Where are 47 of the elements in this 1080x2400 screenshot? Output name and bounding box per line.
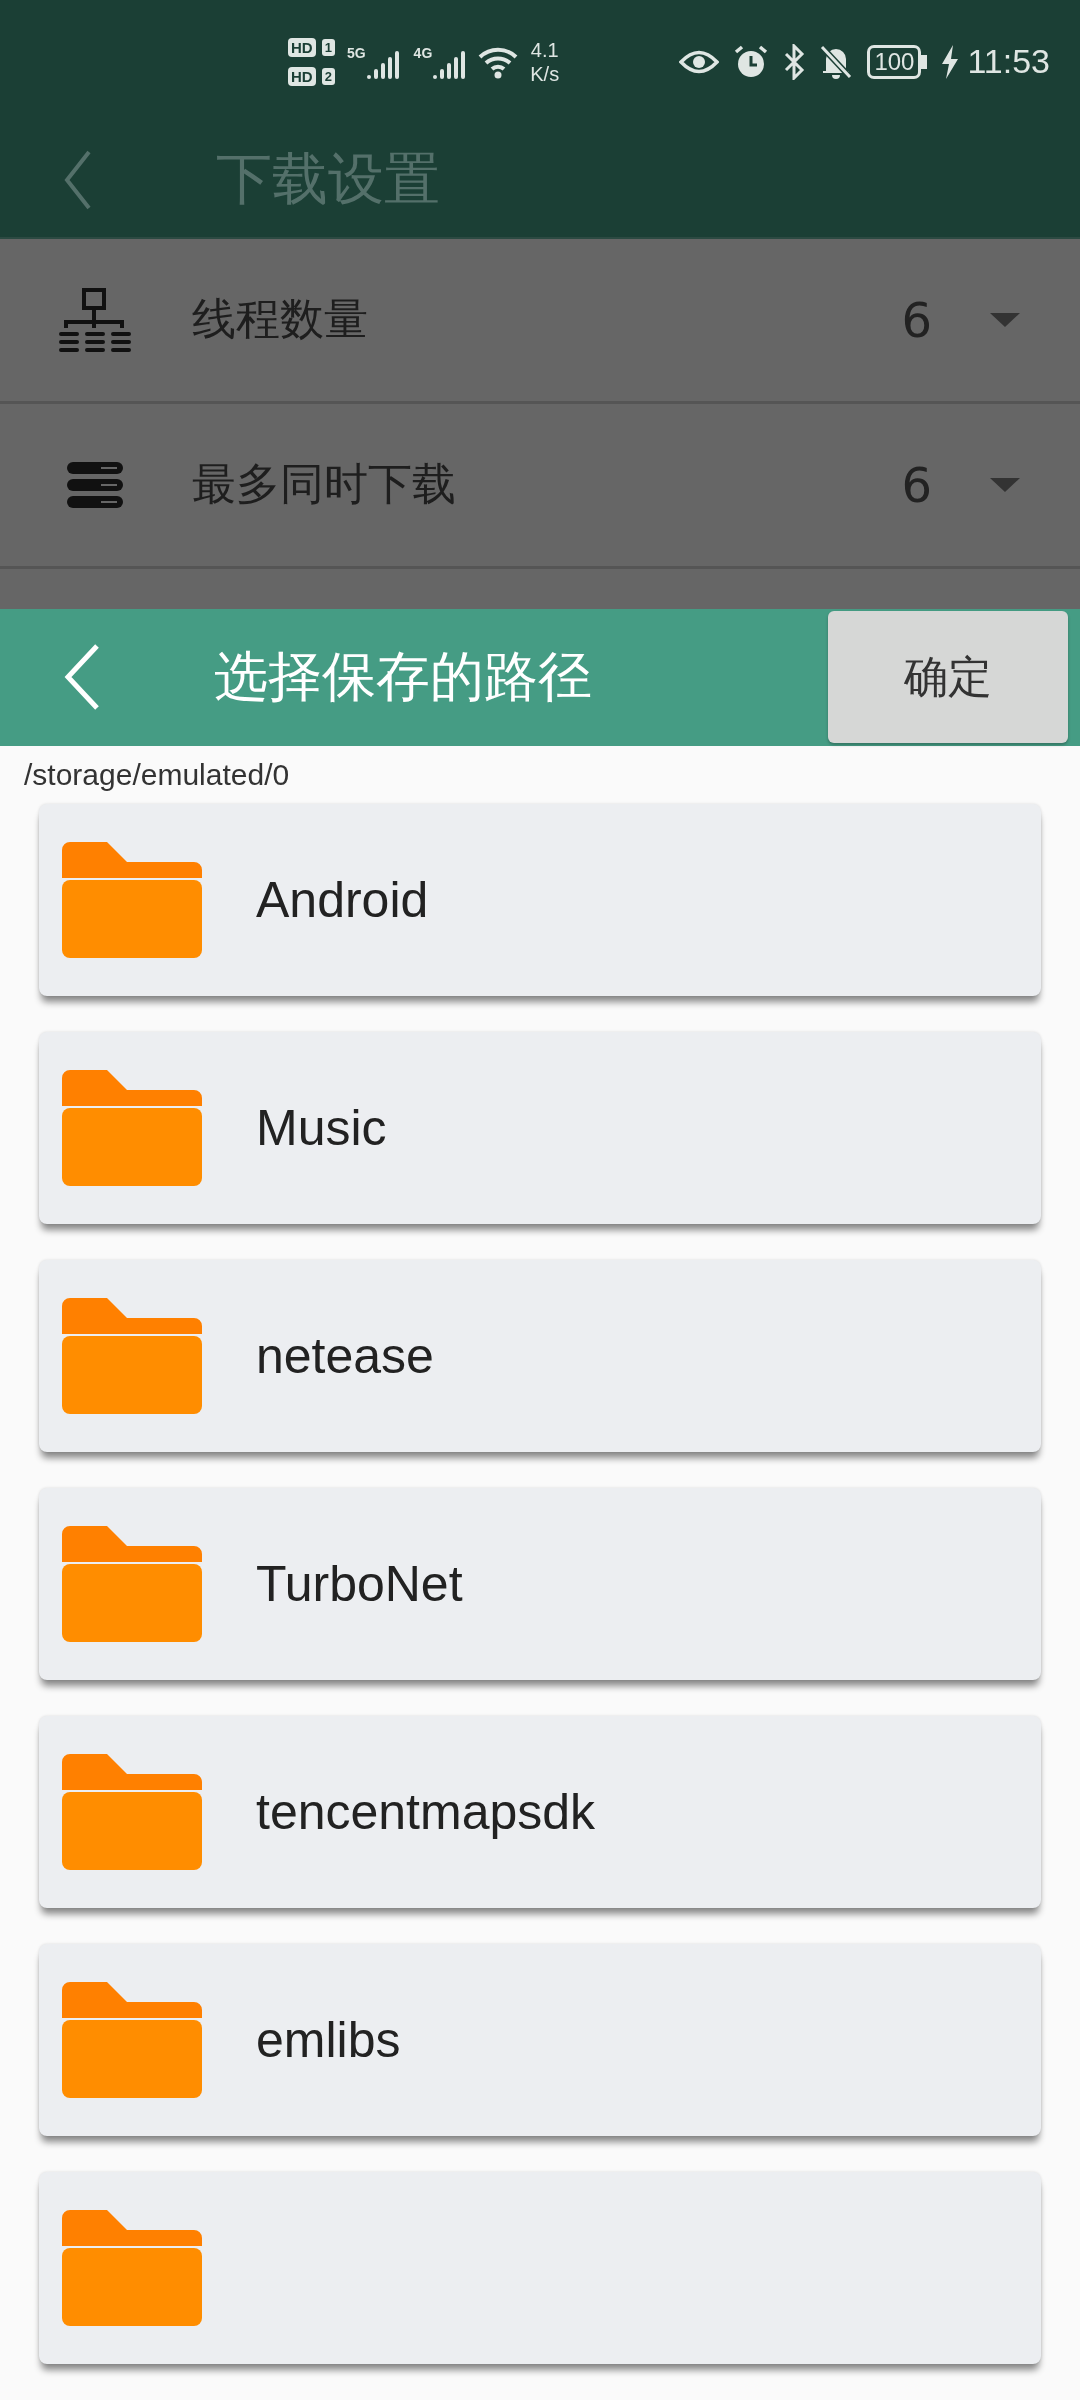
folder-name: netease <box>256 1327 434 1385</box>
network-type: 5G <box>346 44 366 61</box>
alarm-clock-icon <box>733 43 770 80</box>
sim-slot-badge: 1 <box>321 38 335 56</box>
folder-item[interactable] <box>39 2172 1041 2364</box>
dropdown-icon[interactable] <box>990 477 1020 492</box>
folder-icon <box>62 1298 202 1414</box>
folder-item[interactable]: Music <box>39 1032 1041 1224</box>
eye-icon <box>679 48 720 75</box>
folder-icon <box>62 1982 202 2098</box>
setting-label: 最多同时下载 <box>192 457 457 512</box>
folder-name: TurboNet <box>256 1555 463 1613</box>
folder-icon <box>62 842 202 958</box>
setting-label: 线程数量 <box>192 292 369 347</box>
hd-badge: HD <box>288 37 316 57</box>
folder-item[interactable]: tencentmapsdk <box>39 1716 1041 1908</box>
network-speed: 4.1 <box>530 37 559 62</box>
clock-time: 11:53 <box>967 42 1050 82</box>
folder-icon <box>62 1070 202 1186</box>
sim-slot-badge: 2 <box>321 67 335 85</box>
bluetooth-icon <box>783 43 806 80</box>
confirm-button[interactable]: 确定 <box>828 611 1068 744</box>
back-icon[interactable] <box>64 150 92 211</box>
battery-level: 100 <box>867 44 922 79</box>
network-type: 4G <box>413 44 433 61</box>
current-path: /storage/emulated/0 <box>23 756 291 793</box>
folder-item[interactable]: emlibs <box>39 1944 1041 2136</box>
server-stack-icon <box>67 461 123 508</box>
charging-bolt-icon <box>941 44 960 79</box>
folder-item[interactable]: Android <box>39 804 1041 996</box>
dialog-title: 选择保存的路径 <box>214 643 593 710</box>
folder-item[interactable]: TurboNet <box>39 1488 1041 1680</box>
folder-icon <box>62 1526 202 1642</box>
muted-bell-icon <box>819 43 854 80</box>
network-tree-icon <box>58 287 132 352</box>
folder-name: Android <box>256 871 429 929</box>
page-title: 下载设置 <box>216 145 440 214</box>
folder-name: Music <box>256 1099 387 1157</box>
folder-icon <box>62 2210 202 2326</box>
hd-badge: HD <box>288 66 316 86</box>
dropdown-icon[interactable] <box>990 312 1020 327</box>
speed-unit: K/s <box>530 61 560 86</box>
battery-tip-icon <box>921 54 928 69</box>
folder-item[interactable]: netease <box>39 1260 1041 1452</box>
folder-name: tencentmapsdk <box>256 1783 596 1841</box>
folder-name: emlibs <box>256 2011 401 2069</box>
folder-icon <box>62 1754 202 1870</box>
